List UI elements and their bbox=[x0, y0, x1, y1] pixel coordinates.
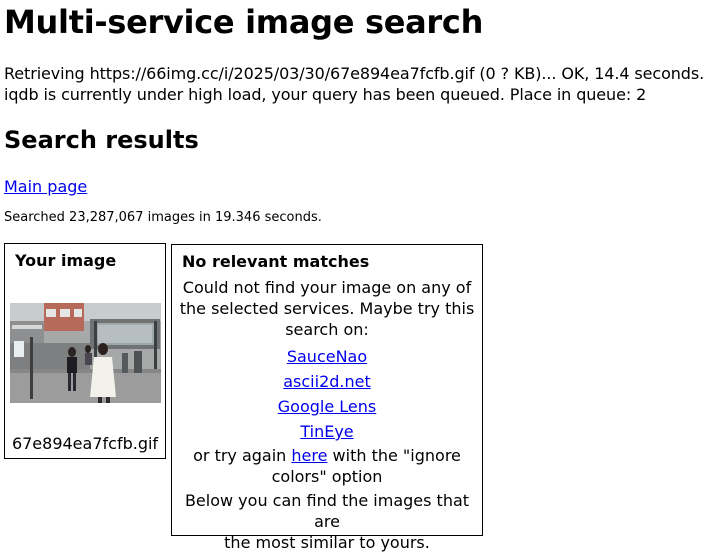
saucenao-link[interactable]: SauceNao bbox=[172, 344, 482, 369]
query-image-thumbnail[interactable] bbox=[10, 303, 161, 403]
your-image-heading: Your image bbox=[15, 251, 117, 270]
your-image-panel: Your image 67e894ea7fcfb.gif bbox=[4, 243, 166, 459]
street-photo-image bbox=[10, 303, 161, 403]
retry-prefix: or try again bbox=[193, 446, 292, 465]
retry-line-2: colors" option bbox=[271, 467, 383, 486]
no-matches-heading: No relevant matches bbox=[182, 252, 370, 271]
message-line: search on: bbox=[285, 320, 369, 339]
retry-here-link[interactable]: here bbox=[291, 446, 327, 465]
page-title: Multi-service image search bbox=[4, 3, 484, 41]
service-links: SauceNao ascii2d.net Google Lens TinEye bbox=[172, 340, 482, 445]
google-lens-link[interactable]: Google Lens bbox=[172, 394, 482, 419]
no-matches-body: Could not find your image on any of the … bbox=[172, 277, 482, 553]
retrieving-text: Retrieving https://66img.cc/i/2025/03/30… bbox=[4, 64, 705, 83]
message-line: Could not find your image on any of bbox=[182, 278, 472, 297]
searched-stats: Searched 23,287,067 images in 19.346 sec… bbox=[4, 210, 322, 225]
below-line: Below you can find the images that are bbox=[184, 491, 470, 531]
retry-line: or try again here with the "ignore bbox=[172, 445, 482, 466]
retry-suffix: with the "ignore bbox=[327, 446, 461, 465]
results-heading: Search results bbox=[4, 126, 199, 154]
no-matches-panel: No relevant matches Could not find your … bbox=[171, 244, 483, 552]
message-line: the selected services. Maybe try this bbox=[179, 299, 475, 318]
queue-text: iqdb is currently under high load, your … bbox=[4, 85, 647, 104]
main-page-link[interactable]: Main page bbox=[4, 176, 87, 197]
below-line: the most similar to yours. bbox=[224, 533, 430, 552]
ascii2d-link[interactable]: ascii2d.net bbox=[172, 369, 482, 394]
page: Multi-service image search Retrieving ht… bbox=[0, 0, 706, 552]
image-filename: 67e894ea7fcfb.gif bbox=[11, 434, 159, 453]
tineye-link[interactable]: TinEye bbox=[172, 419, 482, 444]
retrieval-status: Retrieving https://66img.cc/i/2025/03/30… bbox=[4, 63, 704, 105]
